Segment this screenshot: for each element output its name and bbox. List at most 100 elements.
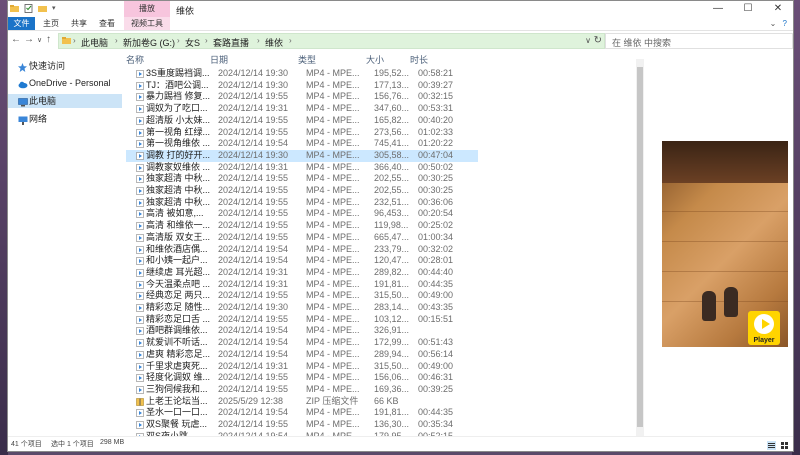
file-row[interactable]: 第一视角 红绿... 2024/12/14 19:55 MP4 - MPE... 27… [126,127,478,139]
player-badge[interactable]: Player [748,311,780,345]
file-row[interactable]: 今天温柔点吧 ... 2024/12/14 19:31 MP4 - MPE... 19… [126,279,478,291]
column-header-size[interactable]: 大小 [366,53,384,66]
file-row[interactable]: 独家超清 中秋... 2024/12/14 19:55 MP4 - MPE... 20… [126,185,478,197]
minimize-button[interactable]: — [703,1,733,17]
breadcrumb-separator-icon[interactable]: › [257,36,260,45]
selection-info: 选中 1 个项目 [51,441,94,448]
file-name: 3S重度踢裆调... [146,68,210,78]
file-row[interactable]: 调教家奴维依 ... 2024/12/14 19:31 MP4 - MPE... 36… [126,162,478,174]
tab-file[interactable]: 文件 [8,17,35,30]
file-row[interactable]: 双S聚餐 玩虐... 2024/12/14 19:55 MP4 - MPE... 13… [126,419,478,431]
file-row[interactable]: 第一视角维依 ... 2024/12/14 19:54 MP4 - MPE... 74… [126,138,478,150]
file-duration: 00:39:27 [418,79,454,90]
file-row[interactable]: 高清 和维依一... 2024/12/14 19:55 MP4 - MPE... 11… [126,220,478,232]
tab-share[interactable]: 共享 [68,17,90,30]
file-row[interactable]: 虐爽 精彩恋足... 2024/12/14 19:54 MP4 - MPE... 28… [126,349,478,361]
breadcrumb-separator-icon[interactable]: › [289,36,292,45]
file-row[interactable]: 圣水一口一口... 2024/12/14 19:54 MP4 - MPE... 191… [126,407,478,419]
nav-item-onedrive[interactable]: OneDrive - Personal [8,76,122,90]
help-icon[interactable]: ? [783,19,787,28]
nav-item-this-pc[interactable]: 此电脑 [8,94,122,108]
file-row[interactable]: 调奴为了吃口... 2024/12/14 19:31 MP4 - MPE... 347… [126,103,478,115]
file-row[interactable]: 和维依酒店偶... 2024/12/14 19:54 MP4 - MPE... 233… [126,244,478,256]
column-header-type[interactable]: 类型 [298,53,316,66]
file-date: 2024/12/14 19:54 [218,243,289,254]
file-row[interactable]: 就爱训不听话... 2024/12/14 19:54 MP4 - MPE... 172… [126,337,478,349]
video-file-icon [136,128,144,137]
video-file-icon [136,386,144,394]
refresh-icon[interactable]: ↻ [594,35,602,46]
details-view-icon[interactable] [767,441,776,450]
breadcrumb-separator-icon[interactable]: › [205,36,208,45]
file-duration: 00:44:35 [418,407,454,418]
file-row[interactable]: 酒吧群调维依... 2024/12/14 19:54 MP4 - MPE... 326… [126,325,478,337]
star-icon [18,62,27,72]
address-bar[interactable]: › 此电脑 › 新加卷G (G:) › 女S › 套路直播 › 维依 › ∨ ↻ [58,33,605,49]
breadcrumb-separator-icon[interactable]: › [115,36,118,45]
file-type: MP4 - MPE... [306,325,360,336]
large-icons-view-icon[interactable] [780,441,789,450]
file-row[interactable]: 继续虐 耳光超... 2024/12/14 19:31 MP4 - MPE... 28… [126,267,478,279]
file-row[interactable]: 精彩恋足口舌 ... 2024/12/14 19:55 MP4 - MPE... 10… [126,314,478,326]
context-tab-play[interactable]: 播放 [124,1,170,17]
file-size: 232,51... [374,196,410,207]
column-header-date[interactable]: 日期 [210,53,228,66]
file-row[interactable]: 独家超清 中秋... 2024/12/14 19:55 MP4 - MPE... 23… [126,197,478,209]
file-size: 136,30... [374,419,410,429]
up-arrow-icon[interactable]: ↑ [46,34,51,45]
breadcrumb-this-pc[interactable]: 此电脑 [81,36,108,49]
file-row[interactable]: 高清 被如意,... 2024/12/14 19:55 MP4 - MPE... 96… [126,208,478,220]
file-duration: 00:25:02 [418,220,454,231]
maximize-button[interactable]: ☐ [733,1,763,17]
file-row[interactable]: 高清版 双女王... 2024/12/14 19:55 MP4 - MPE... 66… [126,232,478,244]
file-row[interactable]: 和小姨一起户... 2024/12/14 19:54 MP4 - MPE... 120… [126,255,478,267]
file-date: 2024/12/14 19:55 [218,114,289,125]
breadcrumb-separator-icon[interactable]: › [73,36,76,45]
new-folder-icon[interactable] [38,4,47,13]
file-date: 2024/12/14 19:31 [218,161,289,172]
file-size: 326,91... [374,325,410,336]
tab-view[interactable]: 查看 [96,17,118,30]
recent-locations-icon[interactable]: ∨ [37,36,42,44]
scrollbar-thumb[interactable] [637,67,643,427]
file-row[interactable]: 千里求虐爽死... 2024/12/14 19:31 MP4 - MPE... 315… [126,361,478,373]
search-box[interactable]: 在 维依 中搜索 [605,33,793,49]
column-header-duration[interactable]: 时长 [410,53,428,66]
file-row[interactable]: 精彩恋足 随性... 2024/12/14 19:30 MP4 - MPE... 28… [126,302,478,314]
file-duration: 00:47:04 [418,149,454,160]
forward-arrow-icon[interactable]: → [24,34,34,45]
file-row[interactable]: 经典恋足 两只... 2024/12/14 19:55 MP4 - MPE... 31… [126,290,478,302]
expand-ribbon-icon[interactable]: ⌄ [770,19,777,28]
file-size: 289,82... [374,266,410,277]
tab-home[interactable]: 主页 [41,17,61,30]
tab-video-tools[interactable]: 视频工具 [124,17,170,30]
file-row[interactable]: 上老王论坛当... 2025/5/29 12:38 ZIP 压缩文件 66 KB [126,396,478,408]
file-date: 2024/12/14 19:55 [218,372,289,383]
breadcrumb-folder-nvs[interactable]: 女S [185,36,200,49]
file-list-scrollbar[interactable] [636,59,644,437]
file-row[interactable]: 三狗伺候我和... 2024/12/14 19:55 MP4 - MPE... 169… [126,384,478,396]
file-type: MP4 - MPE... [306,149,360,160]
file-row[interactable]: 3S重度踢裆调... 2024/12/14 19:30 MP4 - MPE... 19… [126,68,478,80]
address-dropdown-icon[interactable]: ∨ [585,36,591,45]
back-arrow-icon[interactable]: ← [11,34,21,45]
breadcrumb-folder-weiyi[interactable]: 维依 [265,36,283,49]
close-button[interactable]: ✕ [763,1,793,17]
file-row[interactable]: 轻度化调奴 维... 2024/12/14 19:55 MP4 - MPE... 15… [126,372,478,384]
file-row[interactable]: TJ：酒吧公调... 2024/12/14 19:30 MP4 - MPE... 17… [126,80,478,92]
file-row[interactable]: 超清版 小太妹... 2024/12/14 19:55 MP4 - MPE... 16… [126,115,478,127]
file-row[interactable]: 调教 打的好开... 2024/12/14 19:30 MP4 - MPE... 30… [126,149,478,162]
file-type: MP4 - MPE... [306,231,360,242]
customize-quick-access-icon[interactable]: ▾ [52,4,61,13]
file-duration: 00:30:25 [418,185,454,195]
breadcrumb-folder-taolu[interactable]: 套路直播 [213,36,249,49]
properties-icon[interactable] [24,4,33,13]
file-row[interactable]: 独家超清 中秋... 2024/12/14 19:55 MP4 - MPE... 20… [126,173,478,185]
file-name: TJ：酒吧公调... [146,79,209,90]
breadcrumb-drive-g[interactable]: 新加卷G (G:) [123,36,175,49]
nav-item-quick-access[interactable]: 快速访问 [8,59,122,73]
column-header-name[interactable]: 名称 [126,53,144,66]
nav-item-network[interactable]: 网络 [8,112,122,126]
file-row[interactable]: 暴力踢裆 修复... 2024/12/14 19:55 MP4 - MPE... 15… [126,91,478,103]
breadcrumb-separator-icon[interactable]: › [177,36,180,45]
